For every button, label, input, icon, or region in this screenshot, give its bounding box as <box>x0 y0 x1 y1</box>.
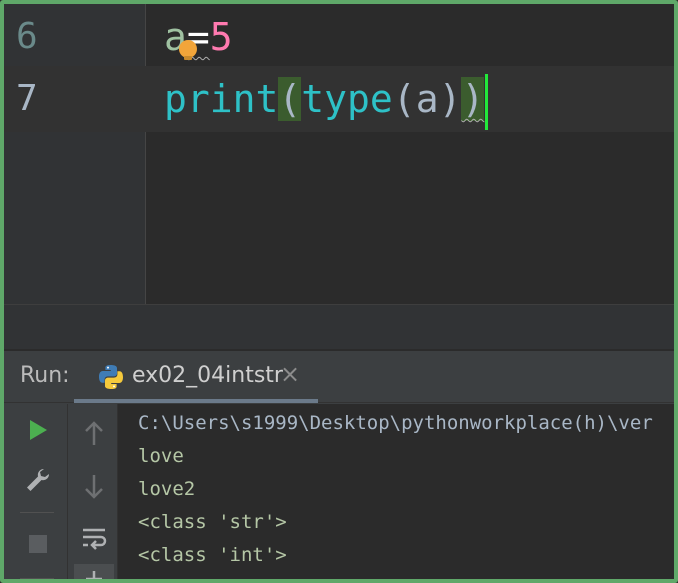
paren-token: ) <box>438 77 462 121</box>
stop-icon[interactable] <box>18 524 58 564</box>
code-text[interactable]: a=5 <box>164 4 233 70</box>
run-tab-title: ex02_04intstr <box>132 363 283 388</box>
console-output[interactable]: C:\Users\s1999\Desktop\pythonworkplace(h… <box>118 404 674 579</box>
intention-bulb-icon[interactable] <box>179 40 197 60</box>
paren-token: ( <box>278 77 302 121</box>
soft-wrap-icon[interactable] <box>74 518 114 558</box>
code-line-7[interactable]: 7 print(type(a)) <box>4 66 674 132</box>
variable-token: a <box>415 77 439 121</box>
run-tool-window: Run: ex02_04intstr × C:\Users\s1999\Desk… <box>4 349 674 579</box>
editor-bottom-area <box>4 304 674 349</box>
console-output-line: love <box>138 445 184 467</box>
line-number: 6 <box>16 16 38 57</box>
run-toolbar-primary <box>4 404 68 579</box>
text-caret <box>485 73 489 130</box>
code-line-6[interactable]: 6 a=5 <box>4 4 674 70</box>
console-output-line: <class 'int'> <box>138 544 287 566</box>
code-editor[interactable]: 6 a=5 7 print(type(a)) <box>4 4 674 349</box>
number-token: 5 <box>209 15 233 59</box>
run-label: Run: <box>20 363 70 388</box>
paren-token: ( <box>392 77 416 121</box>
down-arrow-icon[interactable] <box>74 466 114 506</box>
console-command-line: C:\Users\s1999\Desktop\pythonworkplace(h… <box>138 412 653 434</box>
function-token: type <box>301 77 393 121</box>
code-text[interactable]: print(type(a)) <box>164 66 489 132</box>
wrench-icon[interactable] <box>18 460 58 500</box>
python-icon <box>99 365 123 389</box>
function-token: print <box>164 77 279 121</box>
console-output-line: love2 <box>138 478 196 500</box>
run-toolbar-secondary <box>68 404 118 579</box>
pin-tab-icon[interactable] <box>74 564 114 579</box>
run-tab[interactable]: ex02_04intstr × <box>74 351 320 403</box>
console-output-line: <class 'str'> <box>138 511 287 533</box>
up-arrow-icon[interactable] <box>74 414 114 454</box>
line-number: 7 <box>16 78 38 119</box>
ide-window: 6 a=5 7 print(type(a)) Run: ex02_04intst… <box>0 0 678 583</box>
run-header: Run: ex02_04intstr × <box>4 351 674 403</box>
close-icon[interactable]: × <box>280 360 300 388</box>
paren-token: ) <box>461 77 485 121</box>
run-icon[interactable] <box>18 410 58 450</box>
